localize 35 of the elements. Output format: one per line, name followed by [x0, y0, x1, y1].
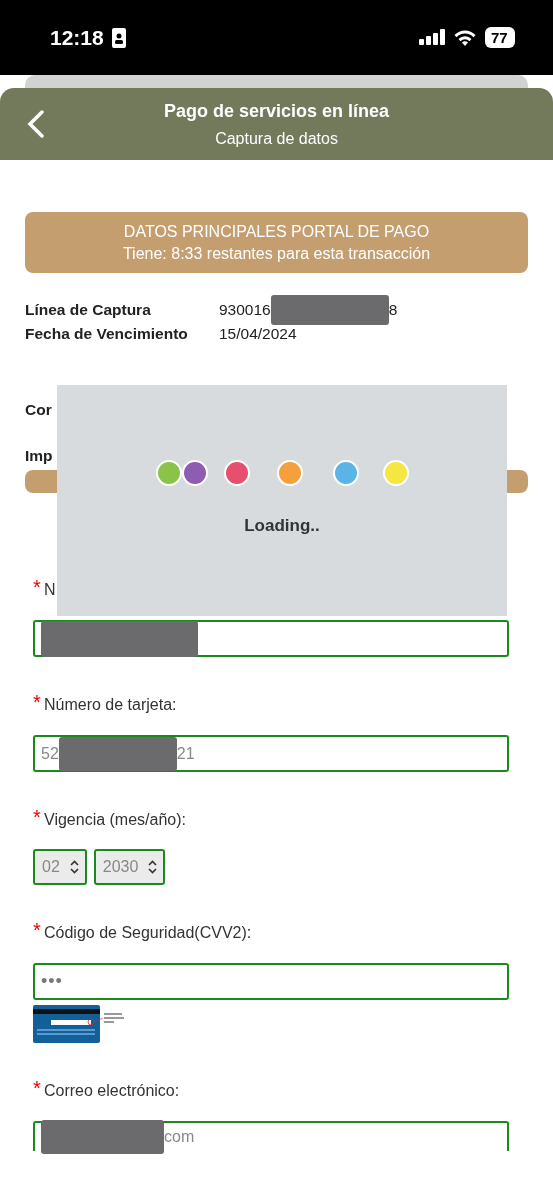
input-field[interactable]: [33, 620, 509, 657]
field-label: Correo electrónico:: [44, 1081, 180, 1101]
banner-title: DATOS PRINCIPALES PORTAL DE PAGO: [123, 222, 430, 241]
select-field[interactable]: 2030: [93, 849, 166, 885]
back-icon[interactable]: [26, 110, 46, 138]
select-field[interactable]: 02: [33, 849, 87, 885]
updown-caret-icon: [69, 860, 79, 874]
required-asterisk: *: [33, 578, 42, 596]
info-label: Fecha de Vencimiento: [25, 325, 189, 343]
input-field[interactable]: 52 21: [33, 735, 509, 772]
info-value: 930016 8: [219, 295, 398, 325]
required-asterisk: *: [33, 1079, 42, 1097]
header-subtitle: Captura de datos: [215, 129, 338, 148]
required-asterisk: *: [33, 808, 42, 826]
field-label: Número de tarjeta:: [44, 695, 177, 715]
field-label: Vigencia (mes/año):: [44, 810, 186, 830]
battery-level: 77: [485, 27, 515, 48]
id-card-icon: [111, 27, 126, 48]
input-field[interactable]: •••: [33, 963, 509, 1000]
field-label: Cor: [25, 400, 52, 420]
updown-caret-icon: [148, 860, 158, 874]
field-label: N: [44, 580, 56, 600]
required-asterisk: *: [33, 693, 42, 711]
loading-text: Loading..: [244, 515, 320, 536]
header-title: Pago de servicios en línea: [163, 100, 390, 122]
info-label: Línea de Captura: [25, 301, 152, 319]
info-value: 15/04/2024: [219, 325, 297, 343]
required-asterisk: *: [33, 921, 42, 939]
timer-text: Tiene: 8:33 restantes para esta transacción: [122, 244, 431, 263]
wifi-icon: [453, 28, 477, 47]
clock-time: 12:18: [50, 25, 104, 50]
signal-icon: [419, 28, 445, 47]
input-field[interactable]: com: [33, 1121, 509, 1151]
field-label: Código de Seguridad(CVV2):: [44, 923, 252, 943]
field-label: Imp: [25, 446, 53, 466]
